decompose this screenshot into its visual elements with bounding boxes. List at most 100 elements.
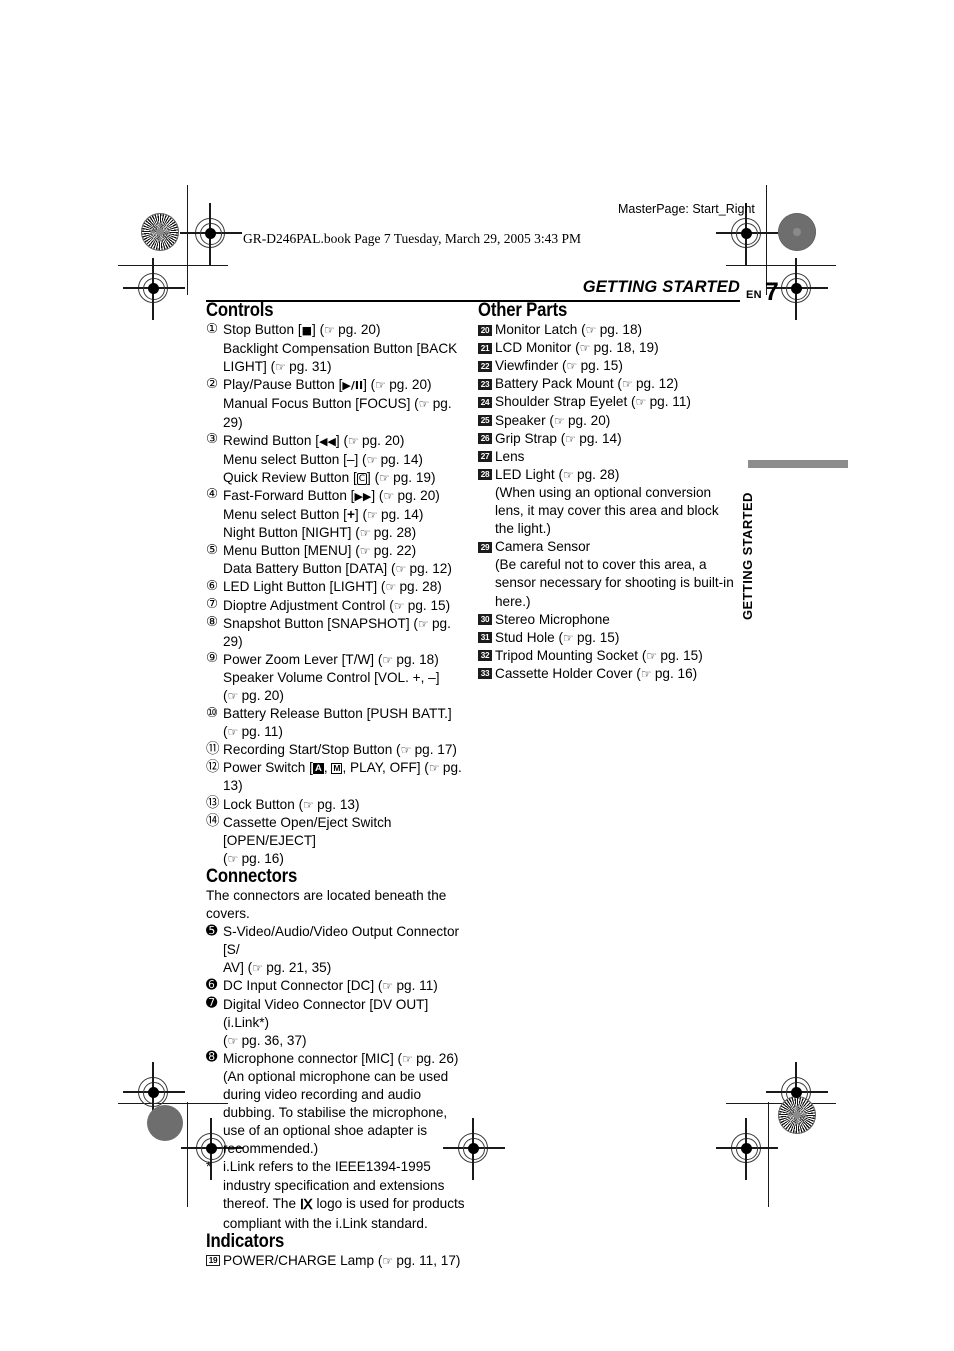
crop-line-left-bottom bbox=[187, 1102, 189, 1207]
item-number-badge: ③ bbox=[206, 431, 219, 448]
fast-forward-icon: ▶▶ bbox=[354, 489, 372, 503]
masterpage-label: MasterPage: Start_Right bbox=[618, 202, 755, 216]
pointing-hand-icon: ☞ bbox=[579, 341, 591, 356]
right-column: Other Parts 20 Monitor Latch (☞ pg. 18) 2… bbox=[478, 300, 740, 683]
crop-line-top-right-horizontal bbox=[726, 265, 836, 267]
pointing-hand-icon: ☞ bbox=[566, 359, 578, 374]
list-item: 26 Grip Strap (☞ pg. 14) bbox=[478, 430, 740, 448]
list-item: ① Stop Button [■] (☞ pg. 20) Backlight Com… bbox=[206, 321, 468, 376]
item-note: (When using an optional conversion lens,… bbox=[495, 484, 719, 537]
item-text: Battery Release Button [PUSH BATT.] (☞ pg… bbox=[223, 706, 468, 741]
section-heading-connectors: Connectors bbox=[206, 865, 298, 887]
item-text: Stop Button [■] (☞ pg. 20) Backlight Comp… bbox=[223, 322, 468, 376]
registration-target-upper-right-margin bbox=[766, 258, 828, 320]
item-number-badge: ⑩ bbox=[206, 704, 219, 721]
item-number-badge: 22 bbox=[478, 360, 492, 372]
item-number-badge: 33 bbox=[478, 668, 492, 680]
item-number-badge: 30 bbox=[478, 614, 492, 626]
list-item: 29 Camera Sensor (Be careful not to cover … bbox=[478, 538, 740, 610]
pointing-hand-icon: ☞ bbox=[395, 562, 407, 577]
folio-number: 7 bbox=[764, 278, 779, 306]
gray-density-dot-bottom-left bbox=[147, 1105, 183, 1141]
section-heading-other-parts: Other Parts bbox=[478, 300, 568, 321]
list-item: 21 LCD Monitor (☞ pg. 18, 19) bbox=[478, 339, 740, 357]
item-text: Power Zoom Lever [T/W] (☞ pg. 18) Speaker… bbox=[223, 652, 468, 705]
item-number-badge: 21 bbox=[478, 342, 492, 354]
rewind-icon: ◀◀ bbox=[318, 434, 336, 448]
item-number-badge: ⑪ bbox=[206, 740, 220, 757]
item-number-badge: ④ bbox=[206, 486, 219, 503]
list-item: 19 POWER/CHARGE Lamp (☞ pg. 11, 17) bbox=[206, 1252, 468, 1270]
item-subline: Night Button [NIGHT] (☞ pg. 28) bbox=[223, 525, 417, 541]
item-number-badge: 32 bbox=[478, 650, 492, 662]
item-number-badge: ⑭ bbox=[206, 813, 220, 830]
registration-target-bottom-right bbox=[716, 1118, 778, 1180]
pointing-hand-icon: ☞ bbox=[646, 648, 657, 663]
item-text: Tripod Mounting Socket (☞ pg. 15) bbox=[495, 647, 703, 663]
item-text: Stud Hole (☞ pg. 15) bbox=[495, 629, 620, 645]
crop-line-left-top bbox=[187, 185, 189, 295]
item-text: Digital Video Connector [DV OUT] (i.Link… bbox=[223, 997, 468, 1050]
list-item: 32 Tripod Mounting Socket (☞ pg. 15) bbox=[478, 647, 740, 665]
item-text: Lens bbox=[495, 448, 525, 464]
item-text: LED Light Button [LIGHT] (☞ pg. 28) bbox=[223, 579, 442, 595]
controls-list: ① Stop Button [■] (☞ pg. 20) Backlight Com… bbox=[206, 321, 468, 868]
running-head: GETTING STARTED bbox=[206, 278, 740, 302]
item-number-badge: 29 bbox=[478, 541, 492, 553]
list-item: 23 Battery Pack Mount (☞ pg. 12) bbox=[478, 375, 740, 393]
item-note: (An optional microphone can be used duri… bbox=[223, 1068, 449, 1157]
pointing-hand-icon: ☞ bbox=[227, 688, 239, 703]
pointing-hand-icon: ☞ bbox=[227, 1033, 239, 1048]
item-note: (Be careful not to cover this area, a se… bbox=[495, 557, 734, 609]
item-number-badge: ⑦ bbox=[206, 596, 219, 612]
pointing-hand-icon: ☞ bbox=[400, 743, 412, 758]
pointing-hand-icon: ☞ bbox=[635, 395, 647, 410]
pointing-hand-icon: ☞ bbox=[417, 616, 429, 631]
pointing-hand-icon: ☞ bbox=[359, 526, 371, 541]
pointing-hand-icon: ☞ bbox=[393, 598, 405, 613]
pointing-hand-icon: ☞ bbox=[640, 666, 652, 681]
halftone-star-target-bottom-right bbox=[778, 1096, 816, 1134]
pointing-hand-icon: ☞ bbox=[418, 397, 430, 412]
pointing-hand-icon: ☞ bbox=[379, 470, 390, 485]
item-text: Camera Sensor (Be careful not to cover th… bbox=[495, 539, 740, 610]
book-source-line: GR-D246PAL.book Page 7 Tuesday, March 29… bbox=[243, 231, 582, 246]
item-text: Speaker (☞ pg. 20) bbox=[495, 412, 611, 428]
list-item: ⑩ Battery Release Button [PUSH BATT.] (☞ p… bbox=[206, 705, 468, 741]
item-text: Microphone connector [MIC] (☞ pg. 26) (An… bbox=[223, 1051, 468, 1159]
item-text: Viewfinder (☞ pg. 15) bbox=[495, 358, 623, 374]
item-text: Monitor Latch (☞ pg. 18) bbox=[495, 322, 643, 338]
pointing-hand-icon: ☞ bbox=[382, 652, 393, 667]
section-heading-indicators: Indicators bbox=[206, 1230, 285, 1252]
ilink-logo-icon: Ⅸ bbox=[299, 1197, 313, 1213]
item-text: Grip Strap (☞ pg. 14) bbox=[495, 430, 622, 446]
item-text: Rewind Button [◀◀] (☞ pg. 20) Menu select… bbox=[223, 433, 468, 487]
item-number-badge: ② bbox=[206, 375, 219, 392]
item-number-badge: 19 bbox=[206, 1255, 220, 1267]
item-number-badge: 31 bbox=[478, 632, 492, 644]
list-item: ⑬ Lock Button (☞ pg. 13) bbox=[206, 796, 468, 814]
list-item: ➑ Microphone connector [MIC] (☞ pg. 26) (A… bbox=[206, 1050, 468, 1159]
item-number-badge: ⑤ bbox=[206, 541, 219, 558]
manual-mode-icon: M bbox=[331, 763, 343, 775]
item-number-badge: ⑫ bbox=[206, 758, 220, 775]
list-item: 28 LED Light (☞ pg. 28) (When using an opt… bbox=[478, 466, 740, 538]
list-item: ⑤ Menu Button [MENU] (☞ pg. 22) Data Batte… bbox=[206, 542, 468, 578]
pointing-hand-icon: ☞ bbox=[375, 378, 386, 393]
registration-target-upper-left-margin bbox=[123, 258, 185, 320]
item-subline: Backlight Compensation Button [BACK LIGH… bbox=[223, 341, 458, 375]
item-subline: Menu select Button [–] (☞ pg. 14) bbox=[223, 451, 423, 467]
quick-review-icon: C bbox=[356, 472, 368, 485]
list-item: ⑨ Power Zoom Lever [T/W] (☞ pg. 18) Speake… bbox=[206, 651, 468, 705]
pointing-hand-icon: ☞ bbox=[366, 508, 378, 523]
item-subline: Data Battery Button [DATA] (☞ pg. 12) bbox=[223, 561, 452, 577]
item-subline: (☞ pg. 36, 37) bbox=[223, 1032, 307, 1048]
running-head-text: GETTING STARTED bbox=[582, 278, 740, 296]
left-column: Controls ① Stop Button [■] (☞ pg. 20) Back… bbox=[206, 301, 468, 1270]
footnote-item: * i.Link refers to the IEEE1394-1995 indu… bbox=[206, 1158, 468, 1232]
pointing-hand-icon: ☞ bbox=[428, 761, 440, 776]
item-number-badge: 25 bbox=[478, 415, 492, 427]
item-number-badge: ➑ bbox=[206, 1049, 218, 1066]
item-text: Stereo Microphone bbox=[495, 611, 610, 627]
item-subline: AV] (☞ pg. 21, 35) bbox=[223, 960, 332, 976]
